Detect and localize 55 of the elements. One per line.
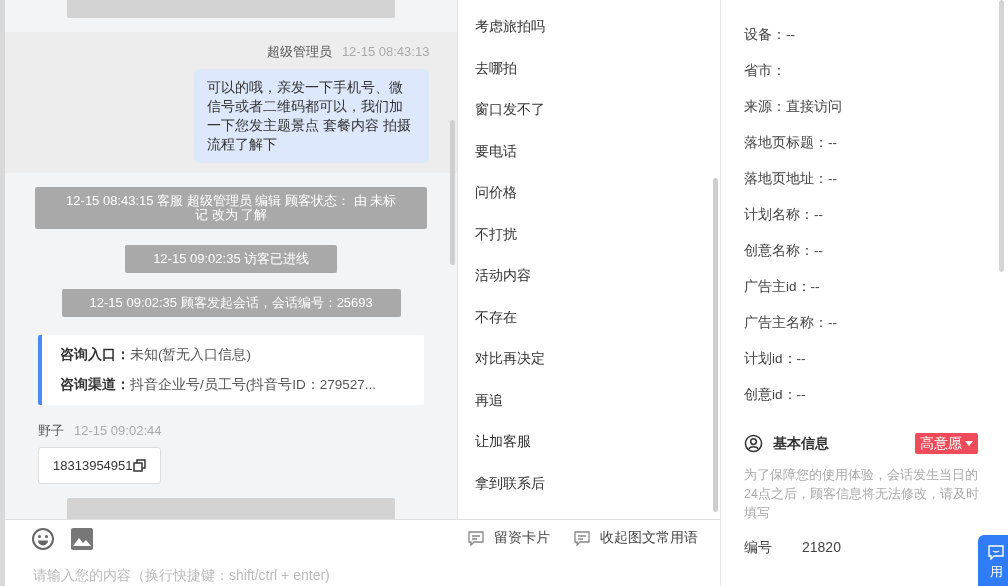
toolbar-button[interactable]: 收起图文常用语 [574, 528, 698, 549]
message-bubble: 可以的哦，亲发一下手机号、微信号或者二维码都可以，我们加一下您发主题景点 套餐内容 拍摄流程了解下 [194, 68, 430, 163]
field-label: 编号 [744, 538, 773, 557]
floating-button[interactable]: 用 [978, 535, 1008, 586]
caret-icon [965, 441, 973, 446]
info-field: 计划id：-- [744, 348, 806, 369]
phrase-item[interactable]: 不打扰 [475, 223, 518, 245]
copy-icon[interactable] [132, 458, 146, 472]
info-field: 创意名称：-- [744, 240, 823, 261]
image-icon[interactable] [71, 527, 93, 550]
field-value: 21820 [802, 538, 841, 557]
info-field: 落地页地址：-- [744, 168, 837, 189]
info-field: 创意id：-- [744, 384, 806, 405]
scrollbar[interactable] [450, 120, 456, 265]
phrase-item[interactable]: 让加客服 [475, 431, 532, 453]
info-field: 广告主名称：-- [744, 312, 837, 333]
message-time: 12-15 08:43:13 [341, 43, 430, 61]
info-field: 来源：直接访问 [744, 96, 842, 117]
scrollbar[interactable] [713, 178, 718, 512]
info-value: 抖音企业号/员工号(抖音号ID：279527... [130, 375, 377, 394]
message-time: 12-15 09:02:44 [74, 422, 162, 440]
intent-dropdown[interactable]: 高意愿 [915, 433, 978, 454]
sender-name: 野子 [38, 422, 64, 440]
info-field: 省市： [744, 60, 786, 81]
emoji-icon[interactable] [31, 526, 55, 551]
section-title: 基本信息 [773, 434, 829, 453]
phrase-item[interactable]: 去哪拍 [475, 57, 518, 79]
speech-bubble-icon [468, 531, 484, 546]
phrase-item[interactable]: 不存在 [475, 306, 518, 328]
phrase-item[interactable]: 拿到联系后 [475, 472, 546, 494]
info-value: 未知(暂无入口信息) [130, 345, 251, 364]
scrollbar[interactable] [999, 0, 1004, 272]
speech-bubble-icon [574, 531, 590, 546]
system-message: 12-15 09:02:35 顾客发起会话，会话编号：25693 [61, 288, 401, 317]
phrase-item[interactable]: 对比再决定 [475, 348, 546, 370]
notice-text: 为了保障您的使用体验，会话发生当日的24点之后，顾客信息将无法修改，请及时填写 [744, 467, 980, 522]
phone-number: 18313954951 [53, 456, 133, 475]
phrase-item[interactable]: 问价格 [475, 182, 518, 204]
phrase-item[interactable]: 再追 [475, 389, 504, 411]
user-icon [744, 434, 763, 453]
chat-icon [988, 545, 1004, 560]
system-message: 12-15 08:43:15 客服 超级管理员 编辑 顾客状态： 由 未标记 改为 了解 [35, 186, 428, 229]
info-label: 咨询入口： [60, 345, 130, 364]
info-field: 设备：-- [744, 24, 795, 45]
info-label: 咨询渠道： [60, 375, 130, 394]
phrase-item[interactable]: 要电话 [475, 140, 518, 162]
info-field: 落地页标题：-- [744, 132, 837, 153]
phrase-item[interactable]: 活动内容 [475, 265, 532, 287]
system-message: 12-15 09:02:35 访客已进线 [125, 244, 338, 273]
info-field: 广告主id：-- [744, 276, 820, 297]
phrase-item[interactable]: 窗口发不了 [475, 99, 546, 121]
phrase-item[interactable]: 考虑旅拍吗 [475, 16, 546, 38]
info-field: 计划名称：-- [744, 204, 823, 225]
sender-name: 超级管理员 [266, 43, 332, 61]
toolbar-button[interactable]: 留资卡片 [468, 528, 550, 549]
